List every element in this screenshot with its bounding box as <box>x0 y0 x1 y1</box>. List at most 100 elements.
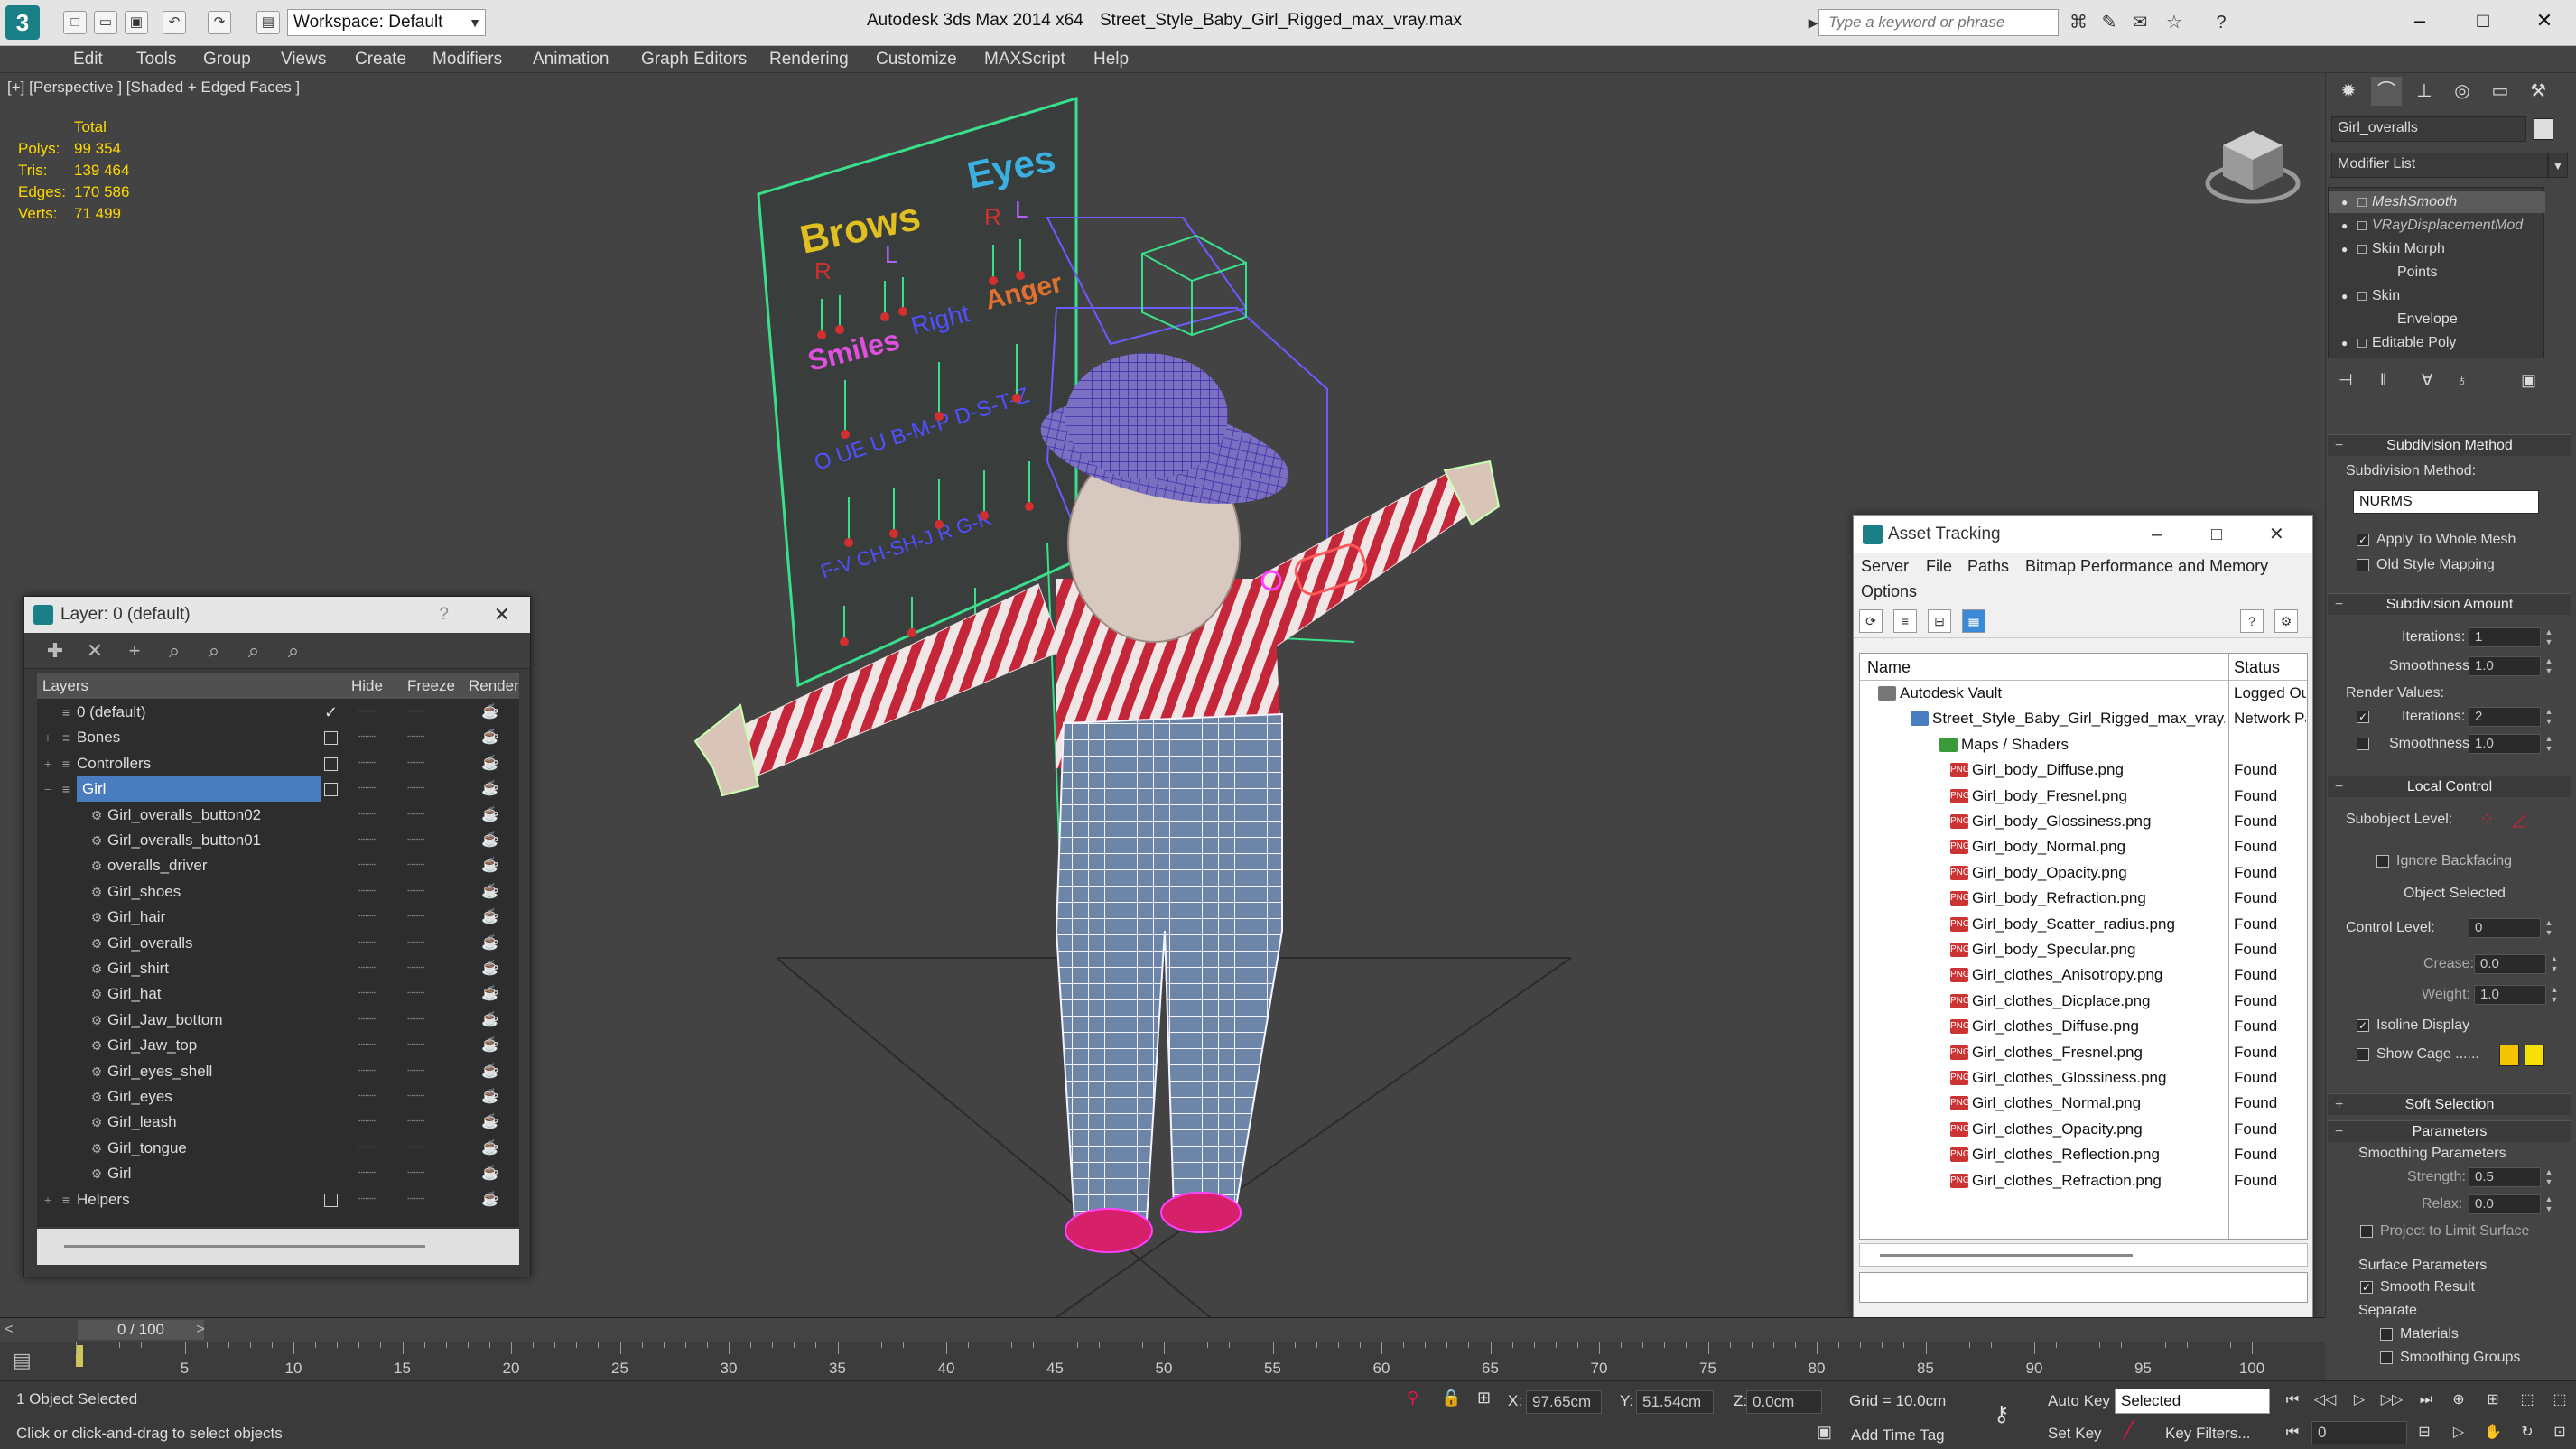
select-objects-icon[interactable]: ⌕ <box>162 638 187 664</box>
z-coordinate-field[interactable]: 0.0cm <box>1746 1390 1822 1414</box>
current-layer-checkbox[interactable] <box>324 731 338 746</box>
asset-menu-bitmap-performance[interactable]: Bitmap Performance and Memory <box>2025 557 2268 576</box>
freeze-toggle-icon[interactable]: ┈┈ <box>407 1187 424 1212</box>
menu-customize[interactable]: Customize <box>876 46 957 73</box>
layer-row[interactable]: ⚙ Girl_hair ┈┈ ┈┈ ☕ <box>37 905 519 930</box>
asset-menu-paths[interactable]: Paths <box>1967 557 2009 576</box>
hide-toggle-icon[interactable]: ┈┈ <box>358 1136 376 1161</box>
asset-window-titlebar[interactable]: Asset Tracking – □ ✕ <box>1854 516 2312 553</box>
hide-toggle-icon[interactable]: ┈┈ <box>358 981 376 1007</box>
object-name-field[interactable]: Girl_overalls <box>2331 116 2526 142</box>
iterations-spinner[interactable]: 1 <box>2469 627 2541 647</box>
local-control-rollout[interactable]: − Local Control <box>2328 776 2571 797</box>
iterations-spinner-arrows[interactable]: ▲ ▼ <box>2544 627 2553 647</box>
next-key-icon[interactable]: ▷▷ <box>2380 1389 2404 1412</box>
hide-toggle-icon[interactable]: ┈┈ <box>358 1084 376 1110</box>
layer-row-name[interactable]: overalls_driver <box>107 853 208 878</box>
save-file-icon[interactable]: ▣ <box>125 11 148 34</box>
asset-horizontal-scrollbar[interactable] <box>1859 1243 2308 1267</box>
soft-selection-rollout[interactable]: + Soft Selection <box>2328 1093 2571 1115</box>
layer-row[interactable]: − ≡ Girl ┈┈ ┈┈ ☕ <box>37 776 519 803</box>
refresh-icon[interactable]: ⟳ <box>1859 609 1883 633</box>
asset-row[interactable]: PNG Girl_clothes_Glossiness.png Found <box>1860 1065 2307 1091</box>
layer-row-name[interactable]: Girl_eyes_shell <box>107 1059 212 1084</box>
smoothness-spinner[interactable]: 1.0 <box>2469 656 2541 676</box>
zoom-all-icon[interactable]: ⊞ <box>2481 1389 2505 1412</box>
zoom-icon[interactable]: ⊕ <box>2447 1389 2470 1412</box>
subdivision-amount-rollout[interactable]: − Subdivision Amount <box>2328 593 2571 615</box>
add-to-layer-icon[interactable]: + <box>122 638 147 664</box>
asset-row[interactable]: PNG Girl_body_Diffuse.png Found <box>1860 757 2307 783</box>
configure-modifier-sets-icon[interactable]: ▣ <box>2521 371 2536 390</box>
orbit-icon[interactable]: ↻ <box>2516 1421 2539 1444</box>
object-color-swatch[interactable] <box>2534 118 2553 140</box>
layer-window-close-button[interactable]: ✕ <box>494 597 510 633</box>
current-frame-field[interactable]: 0 <box>2311 1421 2407 1444</box>
selection-lock-icon[interactable]: 🔒 <box>1441 1389 1461 1407</box>
freeze-toggle-icon[interactable]: ┈┈ <box>407 1008 424 1033</box>
modifier-stack-item[interactable]: ● Editable Poly <box>2329 332 2545 354</box>
layer-row-name[interactable]: Bones <box>77 725 120 750</box>
menu-animation[interactable]: Animation <box>533 46 609 73</box>
freeze-toggle-icon[interactable]: ┈┈ <box>407 1136 424 1161</box>
render-teapot-icon[interactable]: ☕ <box>481 700 499 725</box>
render-teapot-icon[interactable]: ☕ <box>481 981 499 1007</box>
modifier-toggle-icon[interactable]: ● <box>2341 215 2348 237</box>
render-teapot-icon[interactable]: ☕ <box>481 803 499 828</box>
layer-row[interactable]: ⚙ Girl_Jaw_bottom ┈┈ ┈┈ ☕ <box>37 1008 519 1033</box>
display-tab-icon[interactable]: ▭ <box>2485 77 2516 106</box>
layer-row[interactable]: + ≡ Controllers ┈┈ ┈┈ ☕ <box>37 751 519 776</box>
layer-row-name[interactable]: Girl <box>107 1161 131 1186</box>
subdivision-method-rollout[interactable]: − Subdivision Method <box>2328 434 2571 456</box>
absolute-mode-icon[interactable]: ⊞ <box>1477 1389 1491 1407</box>
modifier-stack-item[interactable]: Points <box>2329 262 2545 283</box>
modifier-expand-icon[interactable] <box>2357 292 2367 301</box>
layer-row-name[interactable]: Girl <box>77 776 321 803</box>
status-column-header[interactable]: Status <box>2234 654 2280 681</box>
asset-row[interactable]: Street_Style_Baby_Girl_Rigged_max_vray.m… <box>1860 706 2307 731</box>
project-folder-icon[interactable]: ▤ <box>256 11 280 34</box>
asset-name[interactable]: Girl_body_Opacity.png <box>1972 860 2225 886</box>
asset-window-maximize-button[interactable]: □ <box>2211 516 2222 553</box>
time-slider[interactable]: < 0 / 100 > <box>0 1318 2325 1342</box>
strength-spinner-arrows[interactable]: ▲ ▼ <box>2544 1167 2553 1187</box>
layer-row-name[interactable]: Girl_eyes <box>107 1084 172 1110</box>
modifier-stack-item[interactable]: ● MeshSmooth <box>2329 191 2545 213</box>
layer-row[interactable]: ⚙ Girl_overalls ┈┈ ┈┈ ☕ <box>37 931 519 956</box>
hide-toggle-icon[interactable]: ┈┈ <box>358 725 376 750</box>
cage-color-swatch-1[interactable] <box>2499 1045 2519 1066</box>
asset-row[interactable]: PNG Girl_body_Opacity.png Found <box>1860 860 2307 886</box>
hide-toggle-icon[interactable]: ┈┈ <box>358 1187 376 1212</box>
layer-row-name[interactable]: Girl_overalls_button02 <box>107 803 261 828</box>
set-key-mode-icon[interactable]: ╱ <box>2124 1421 2134 1440</box>
layer-row[interactable]: ⚙ Girl_shirt ┈┈ ┈┈ ☕ <box>37 956 519 981</box>
asset-name[interactable]: Girl_clothes_Refraction.png <box>1972 1168 2225 1194</box>
expand-toggle-icon[interactable]: + <box>41 751 55 776</box>
asset-row[interactable]: PNG Girl_clothes_Normal.png Found <box>1860 1091 2307 1116</box>
pin-stack-icon[interactable]: ⊣ <box>2339 371 2353 390</box>
asset-name[interactable]: Street_Style_Baby_Girl_Rigged_max_vray.m… <box>1932 706 2225 731</box>
menu-create[interactable]: Create <box>355 46 406 73</box>
name-column-header[interactable]: Name <box>1867 654 1911 681</box>
asset-row[interactable]: PNG Girl_clothes_Refraction.png Found <box>1860 1168 2307 1194</box>
previous-frame-arrow[interactable]: < <box>0 1318 18 1342</box>
modifier-list-dropdown[interactable]: Modifier List <box>2331 153 2548 178</box>
asset-name[interactable]: Girl_clothes_Anisotropy.png <box>1972 962 2225 988</box>
layer-row[interactable]: ⚙ Girl_leash ┈┈ ┈┈ ☕ <box>37 1110 519 1135</box>
isoline-display-checkbox[interactable]: ✓ <box>2357 1019 2369 1032</box>
vertex-level-icon[interactable]: ⁘ <box>2479 808 2495 831</box>
menu-maxscript[interactable]: MAXScript <box>984 46 1065 73</box>
modifier-stack-item[interactable]: ● Skin <box>2329 285 2545 307</box>
tree-view-icon[interactable]: ⊟ <box>1928 609 1951 633</box>
hide-toggle-icon[interactable]: ┈┈ <box>358 853 376 878</box>
asset-menu-server[interactable]: Server <box>1861 557 1909 576</box>
binoculars-icon[interactable]: ⌘ <box>2066 11 2091 34</box>
layer-row-name[interactable]: Girl_overalls_button01 <box>107 828 261 853</box>
subdivision-method-dropdown[interactable]: NURMS <box>2353 490 2539 514</box>
freeze-toggle-icon[interactable]: ┈┈ <box>407 751 424 776</box>
asset-name[interactable]: Girl_clothes_Dicplace.png <box>1972 989 2225 1014</box>
freeze-column-header[interactable]: Freeze <box>407 673 455 700</box>
layer-row-name[interactable]: Girl_Jaw_top <box>107 1033 197 1058</box>
asset-name[interactable]: Girl_body_Refraction.png <box>1972 886 2225 911</box>
asset-menu-file[interactable]: File <box>1926 557 1952 576</box>
